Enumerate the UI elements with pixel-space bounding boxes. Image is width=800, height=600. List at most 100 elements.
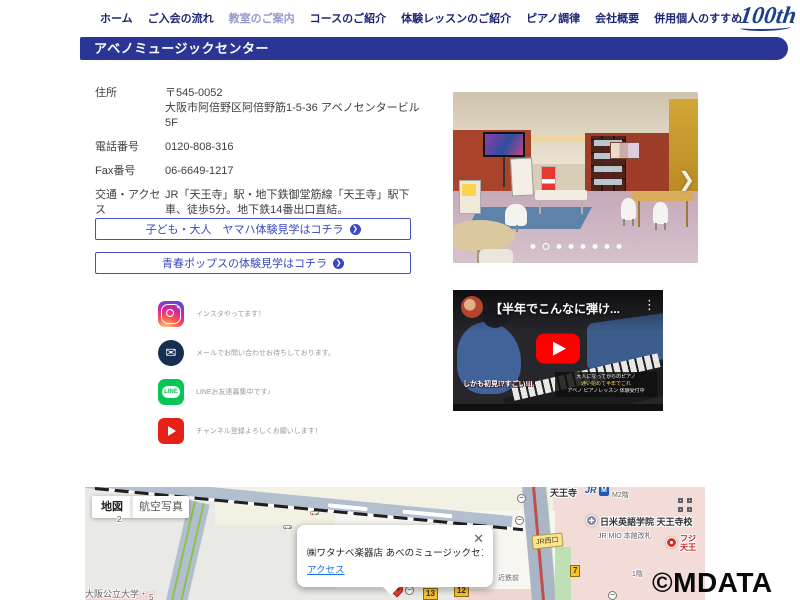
logo-100th[interactable]: 100th <box>738 1 798 33</box>
station-exit-icon: − <box>517 494 526 503</box>
top-nav: ホーム ご入会の流れ 教室のご案内 コースのご紹介 体験レッスンのご紹介 ピアノ… <box>100 0 742 36</box>
carousel-dots <box>530 243 621 250</box>
instagram-icon[interactable] <box>158 301 184 327</box>
social-row-youtube: チャンネル登録よろしくお願いします！ <box>158 418 335 444</box>
page-title: アベノミュージックセンター <box>94 41 269 56</box>
carousel-dot-7[interactable] <box>604 244 609 249</box>
white-bench <box>535 190 587 214</box>
yamaha-trial-label: 子ども・大人 ヤマハ体験見学はコチラ <box>145 224 344 236</box>
tv-screen <box>483 132 525 157</box>
pops-trial-label: 青春ポップスの体験見学はコチラ <box>162 258 327 270</box>
video-title[interactable]: 【半年でこんなに弾け... <box>490 300 620 317</box>
fax-number: 06-6649-1217 <box>165 165 234 177</box>
line-bubble: LINE <box>162 386 180 398</box>
map-label-2: 2 <box>117 515 122 524</box>
nav-item-home[interactable]: ホーム <box>100 10 133 26</box>
carousel-dot-8[interactable] <box>616 244 621 249</box>
contact-label: 交通・アクセス <box>95 189 161 216</box>
youtube-embed: 【半年でこんなに弾け... ⋮ しかも初見!?すごい!!! 大人になってからのピ… <box>453 290 663 411</box>
yamaha-trial-button[interactable]: 子ども・大人 ヤマハ体験見学はコチラ ❯ <box>95 218 411 240</box>
google-map[interactable]: 地図 航空写真 − − − − 天王寺 JR M M2階 ✚ 日米英語学院 天王… <box>85 487 705 600</box>
station-exit-icon: − <box>515 516 524 525</box>
side-table <box>632 192 694 227</box>
nav-item-trial-lesson[interactable]: 体験レッスンのご紹介 <box>401 10 511 26</box>
map-label-school: 日米英語学院 天王寺校 <box>600 517 693 527</box>
contact-row-phone: 電話番号 0120-808-316 <box>95 140 440 155</box>
mail-caption: メールでお問い合わせお待ちしております。 <box>196 350 335 357</box>
carousel-next-arrow[interactable]: ❯ <box>678 167 695 192</box>
nav-item-join-flow[interactable]: ご入会の流れ <box>148 10 214 26</box>
close-icon[interactable]: ✕ <box>473 531 484 547</box>
map-marker-13: 13 <box>423 588 438 600</box>
video-caption-left: しかも初見!?すごい!!! <box>463 381 533 388</box>
video-menu-icon[interactable]: ⋮ <box>643 297 656 313</box>
social-row-line: LINE LINEお友達募集中です♪ <box>158 379 335 405</box>
map-label-kintetsu: 近鉄前 <box>498 575 519 582</box>
carousel-dot-4[interactable] <box>568 244 573 249</box>
metro-icon: M <box>599 487 609 496</box>
fullscreen-icon[interactable] <box>678 498 692 512</box>
store-marker-icon[interactable] <box>666 537 677 548</box>
satellite-view-button[interactable]: 航空写真 <box>132 496 189 518</box>
contact-label: 電話番号 <box>95 141 139 153</box>
contact-info: 住所 〒545-0052 大阪市阿倍野区阿倍野筋1-5-36 アベノセンタービル… <box>95 86 440 227</box>
carousel-dot-1[interactable] <box>530 244 535 249</box>
line-icon[interactable]: LINE <box>158 379 184 405</box>
nav-item-classroom-info[interactable]: 教室のご案内 <box>229 10 295 26</box>
nav-item-piano-tuning[interactable]: ピアノ調律 <box>526 10 580 26</box>
traffic-light-icon <box>310 511 319 515</box>
carousel-dot-3[interactable] <box>556 244 561 249</box>
video-caption-right: 大人になってからのピアノ 通い始めて半年でこれ アベノ ピアノレッスン 体験受付… <box>555 372 657 397</box>
mdata-watermark: ©MDATA <box>652 567 773 598</box>
pops-trial-button[interactable]: 青春ポップスの体験見学はコチラ ❯ <box>95 252 411 274</box>
youtube-icon[interactable] <box>158 418 184 444</box>
map-label-floor1: 1階 <box>632 571 643 578</box>
photo-carousel: ❯ <box>453 92 698 263</box>
access-description: JR「天王寺」駅・地下鉄御堂筋線「天王寺」駅下車、徒歩5分。地下鉄14番出口直結… <box>165 189 410 216</box>
social-row-instagram: インスタやってます！ <box>158 301 335 327</box>
line-caption: LINEお友達募集中です♪ <box>196 389 272 396</box>
instagram-dot <box>177 306 179 308</box>
school-marker-icon[interactable]: ✚ <box>586 515 597 526</box>
video-play-button[interactable] <box>536 333 580 364</box>
arrow-circle-icon: ❯ <box>333 257 344 269</box>
nav-item-company[interactable]: 会社概要 <box>595 10 639 26</box>
page-title-bar: アベノミュージックセンター <box>80 37 788 60</box>
contact-label: Fax番号 <box>95 165 136 177</box>
access-link[interactable]: アクセス <box>307 562 345 576</box>
mail-icon[interactable]: ✉ <box>158 340 184 366</box>
nav-item-courses[interactable]: コースのご紹介 <box>310 10 386 26</box>
traffic-light-icon <box>283 525 292 529</box>
map-view-button[interactable]: 地図 <box>92 496 132 518</box>
contact-row-address: 住所 〒545-0052 大阪市阿倍野区阿倍野筋1-5-36 アベノセンタービル… <box>95 86 440 131</box>
phone-number: 0120-808-316 <box>165 141 234 153</box>
instagram-caption: インスタやってます！ <box>196 311 266 318</box>
map-label-tennoji: 天王寺 <box>550 488 578 498</box>
carousel-dot-5[interactable] <box>580 244 585 249</box>
jr-logo: JR <box>585 487 597 495</box>
map-label-university: 大阪公立大学・ <box>85 589 149 599</box>
postal-code: 〒545-0052 <box>165 87 223 99</box>
contact-label: 住所 <box>95 87 117 99</box>
contact-row-access: 交通・アクセス JR「天王寺」駅・地下鉄御堂筋線「天王寺」駅下車、徒歩5分。地下… <box>95 188 440 218</box>
map-label-5: 5 <box>149 593 154 600</box>
arrow-circle-icon: ❯ <box>349 223 361 235</box>
map-marker-7: 7 <box>570 565 581 577</box>
instagram-lens <box>166 309 174 317</box>
station-exit-icon: − <box>405 586 414 595</box>
map-info-window: ✕ ㈱ワタナベ楽器店 あべのミュージックセンター アクセス <box>297 525 493 595</box>
nav-item-private-lesson[interactable]: 併用個人のすすめ <box>654 10 742 26</box>
social-links: インスタやってます！ ✉ メールでお問い合わせお待ちしております。 LINE L… <box>158 301 335 457</box>
map-label-jrmio: JR MIO 本館改札 <box>598 533 652 540</box>
carousel-dot-6[interactable] <box>592 244 597 249</box>
carousel-dot-2-active[interactable] <box>542 243 549 250</box>
street-address: 大阪市阿倍野区阿倍野筋1-5-36 アベノセンタービル5F <box>165 102 420 129</box>
map-label-fuji2: 天王 <box>680 543 696 552</box>
contact-value: 〒545-0052 大阪市阿倍野区阿倍野筋1-5-36 アベノセンタービル5F <box>165 86 427 131</box>
contact-row-fax: Fax番号 06-6649-1217 <box>95 164 440 179</box>
youtube-play-glyph <box>168 426 176 436</box>
youtube-caption: チャンネル登録よろしくお願いします！ <box>196 428 322 435</box>
info-window-title: ㈱ワタナベ楽器店 あべのミュージックセンター <box>307 548 483 559</box>
station-exit-icon: − <box>608 591 617 600</box>
channel-avatar[interactable] <box>461 296 483 318</box>
